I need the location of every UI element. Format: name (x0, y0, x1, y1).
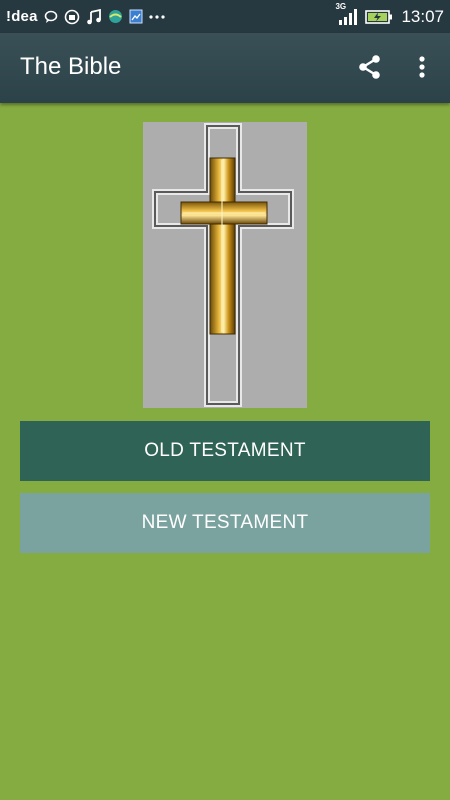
app-bar: The Bible (0, 33, 450, 103)
status-bar: !dea 3G 13:07 (0, 0, 450, 33)
cross-image (143, 122, 307, 408)
battery-charging-icon (365, 9, 393, 25)
gallery-icon (129, 9, 143, 24)
app-title: The Bible (20, 53, 122, 80)
chat-bubble-icon (44, 10, 58, 24)
status-clock: 13:07 (401, 6, 444, 26)
overflow-menu-button[interactable] (406, 51, 438, 87)
share-button[interactable] (352, 51, 388, 87)
network-type-label: 3G (335, 1, 347, 11)
android-debug-icon (64, 9, 80, 25)
app-ball-icon (108, 9, 123, 24)
overflow-menu-icon (418, 55, 426, 84)
signal-icon: 3G (335, 2, 358, 26)
share-icon (357, 54, 383, 85)
new-testament-button[interactable]: NEW TESTAMENT (20, 493, 430, 553)
more-notifications-icon (149, 14, 165, 20)
carrier-name: !dea (6, 8, 38, 25)
golden-cross-icon (152, 123, 294, 407)
old-testament-button[interactable]: OLD TESTAMENT (20, 421, 430, 481)
music-note-icon (86, 8, 102, 25)
